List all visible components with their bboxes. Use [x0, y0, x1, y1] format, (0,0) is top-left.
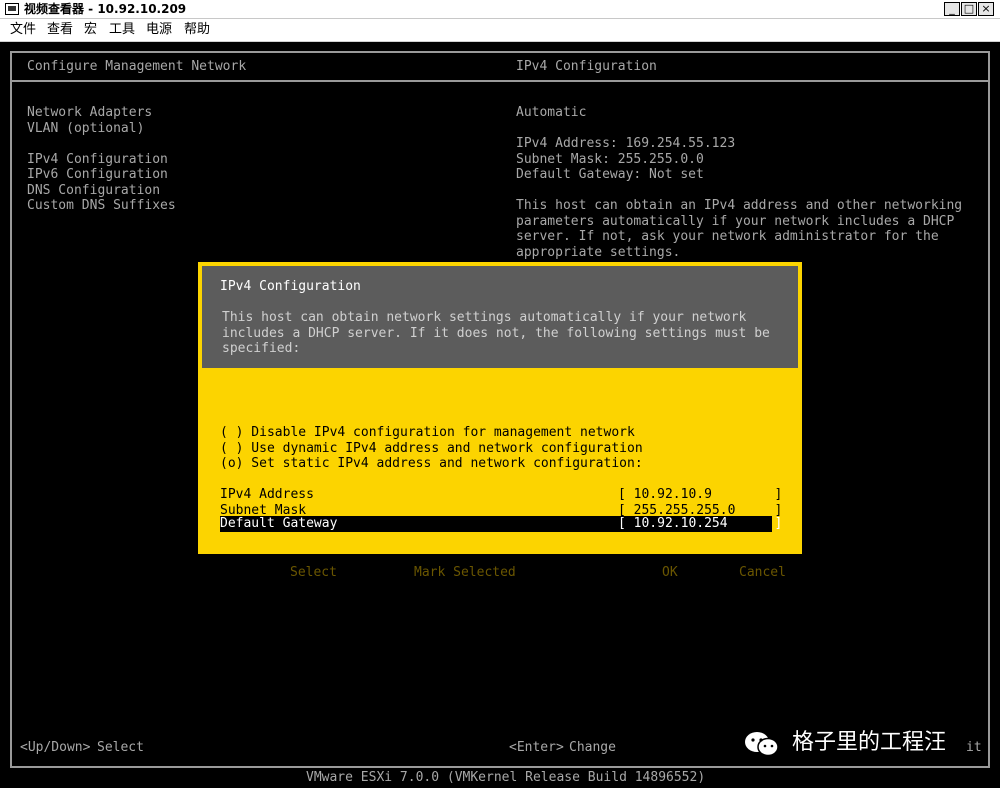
- help-text-line: server. If not, ask your network adminis…: [516, 229, 939, 244]
- maximize-button[interactable]: □: [961, 2, 977, 16]
- watermark-text: 格子里的工程汪: [792, 730, 947, 755]
- footer-enter-action: Change: [569, 740, 616, 755]
- menu-macro[interactable]: 宏: [84, 22, 97, 38]
- help-text-line: This host can obtain an IPv4 address and…: [516, 198, 963, 213]
- help-text-line: parameters automatically if your network…: [516, 213, 955, 229]
- dialog-description-line: specified:: [222, 341, 301, 356]
- menu-power[interactable]: 电源: [146, 22, 172, 38]
- right-panel-title: IPv4 Configuration: [516, 59, 657, 74]
- window-title: 视频查看器 - 10.92.10.209: [24, 2, 187, 16]
- left-panel-title: Configure Management Network: [27, 59, 247, 74]
- hint-esc-key[interactable]: <Esc>: [693, 565, 732, 580]
- wechat-icon: [745, 732, 779, 757]
- option-static-ipv4[interactable]: (o) Set static IPv4 address and network …: [220, 456, 643, 472]
- footer-updown-key: <Up/Down>: [20, 740, 91, 755]
- dialog-title: IPv4 Configuration: [220, 279, 361, 294]
- info-ipv4-address: IPv4 Address: 169.254.55.123: [516, 136, 736, 151]
- info-default-gateway: Default Gateway: Not set: [516, 167, 704, 182]
- ipv4-address-field[interactable]: [ 10.92.10.9 ]: [618, 487, 782, 503]
- header-divider: [12, 80, 988, 82]
- default-gateway-label: Default Gateway: [220, 516, 338, 531]
- option-disable-ipv4[interactable]: ( ) Disable IPv4 configuration for manag…: [220, 425, 635, 441]
- help-text-line: appropriate settings.: [516, 244, 681, 260]
- app-icon: [5, 3, 19, 15]
- nav-item-vlan[interactable]: VLAN (optional): [27, 121, 144, 137]
- nav-item-network-adapters[interactable]: Network Adapters: [27, 105, 152, 121]
- minimize-button[interactable]: _: [944, 2, 960, 16]
- footer-updown-action: Select: [97, 740, 144, 755]
- hint-enter-key[interactable]: <Enter>: [601, 565, 656, 580]
- default-gateway-field[interactable]: [ 10.92.10.254 ]: [618, 516, 782, 532]
- menu-bar: 文件 查看 宏 工具 电源 帮助: [0, 19, 1000, 42]
- watermark: 格子里的工程汪: [742, 726, 980, 760]
- footer-enter-key: <Enter>: [509, 740, 564, 755]
- console-screen[interactable]: Configure Management Network IPv4 Config…: [0, 42, 1000, 788]
- hint-updown-key: <Up/Down>: [214, 565, 285, 580]
- menu-view[interactable]: 查看: [47, 22, 73, 38]
- nav-item-dns[interactable]: DNS Configuration: [27, 183, 160, 199]
- ipv4-config-dialog: IPv4 Configuration This host can obtain …: [198, 262, 802, 580]
- nav-item-ipv4[interactable]: IPv4 Configuration: [27, 152, 168, 168]
- nav-item-dns-suffixes[interactable]: Custom DNS Suffixes: [27, 198, 176, 214]
- hint-space-key: <Space>: [353, 565, 408, 580]
- hint-space-action: Mark Selected: [414, 565, 516, 580]
- ipv4-mode: Automatic: [516, 105, 587, 120]
- window-titlebar: 视频查看器 - 10.92.10.209 _ □ ×: [0, 0, 1000, 19]
- option-dynamic-ipv4[interactable]: ( ) Use dynamic IPv4 address and network…: [220, 441, 643, 457]
- status-line: VMware ESXi 7.0.0 (VMKernel Release Buil…: [306, 770, 706, 785]
- nav-item-ipv6[interactable]: IPv6 Configuration: [27, 167, 168, 183]
- dialog-description-line: includes a DHCP server. If it does not, …: [222, 325, 770, 341]
- dialog-header: IPv4 Configuration This host can obtain …: [202, 266, 798, 368]
- hint-updown-action: Select: [290, 565, 337, 580]
- ipv4-address-label: IPv4 Address: [220, 487, 314, 502]
- close-button[interactable]: ×: [978, 2, 994, 16]
- hint-esc-action[interactable]: Cancel: [739, 565, 786, 580]
- hint-enter-action[interactable]: OK: [662, 565, 678, 580]
- info-subnet-mask: Subnet Mask: 255.255.0.0: [516, 151, 704, 167]
- selected-row-default-gateway[interactable]: Default Gateway [ 10.92.10.254 ]: [220, 516, 782, 532]
- menu-tools[interactable]: 工具: [109, 22, 135, 38]
- menu-help[interactable]: 帮助: [184, 22, 210, 38]
- dialog-description-line: This host can obtain network settings au…: [222, 310, 747, 325]
- menu-file[interactable]: 文件: [10, 22, 36, 38]
